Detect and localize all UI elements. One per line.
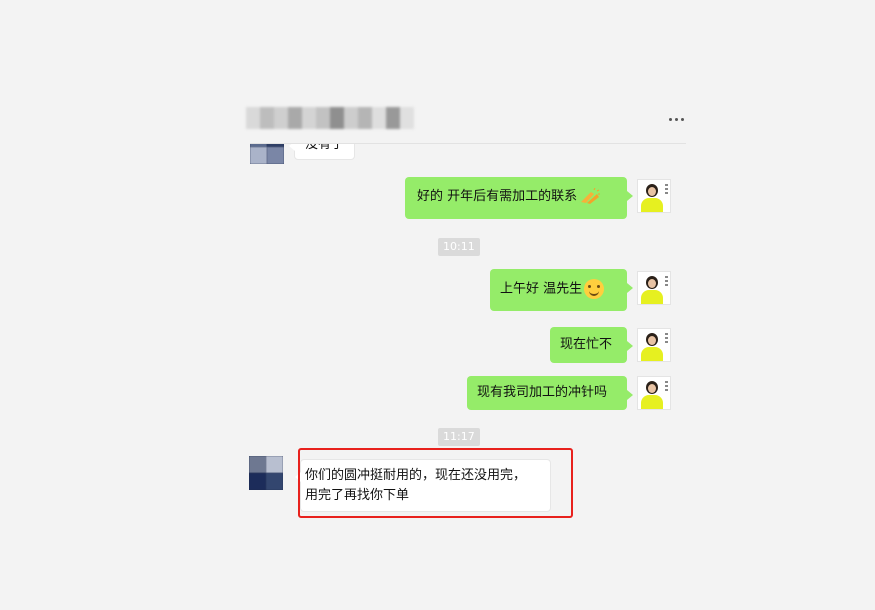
smiling-face-icon xyxy=(584,279,605,299)
self-avatar[interactable] xyxy=(637,376,671,410)
highlight-annotation-box xyxy=(298,448,573,518)
message-text: 好的 开年后有需加工的联系 xyxy=(417,189,578,204)
more-horizontal-icon[interactable] xyxy=(669,114,687,124)
message-text: 现在忙不 xyxy=(560,337,613,352)
timestamp: 11:17 xyxy=(438,428,480,446)
message-text: 没有了 xyxy=(305,144,345,152)
message-text: 现有我司加工的冲针吗 xyxy=(477,385,608,400)
outgoing-message[interactable]: 现有我司加工的冲针吗 xyxy=(467,376,633,410)
contact-name-blurred xyxy=(246,107,414,129)
outgoing-message[interactable]: 上午好 温先生 xyxy=(490,269,633,311)
incoming-message[interactable]: 没有了 xyxy=(288,144,356,160)
contact-avatar[interactable] xyxy=(249,456,283,490)
outgoing-message[interactable]: 好的 开年后有需加工的联系 xyxy=(405,177,633,219)
self-avatar[interactable] xyxy=(637,179,671,213)
message-text: 上午好 温先生 xyxy=(500,281,583,297)
outgoing-message[interactable]: 现在忙不 xyxy=(550,327,633,363)
contact-avatar[interactable] xyxy=(250,144,284,164)
chat-window: 没有了 好的 开年后有需加工的联系 10:11 上午好 温先生 现在忙不 现有我… xyxy=(0,0,875,610)
self-avatar[interactable] xyxy=(637,328,671,362)
self-avatar[interactable] xyxy=(637,271,671,305)
timestamp: 10:11 xyxy=(438,238,480,256)
message-list[interactable]: 没有了 好的 开年后有需加工的联系 10:11 上午好 温先生 现在忙不 现有我… xyxy=(0,144,875,610)
clapping-hands-icon xyxy=(581,187,601,204)
